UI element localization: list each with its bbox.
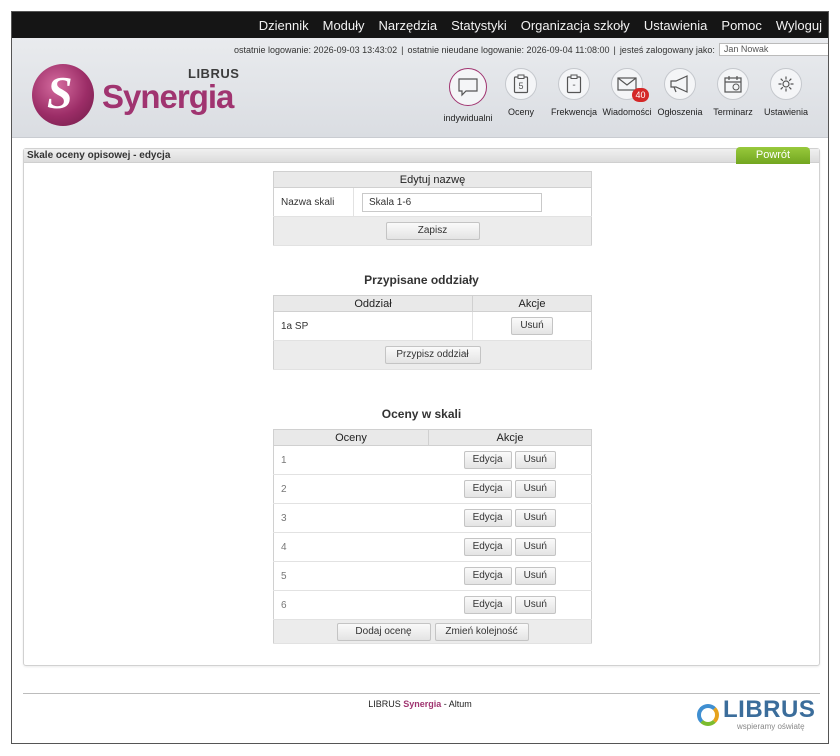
icon-oceny[interactable]: 5 Oceny [495, 68, 547, 123]
quick-icons: indywidualni 5 Oceny - Frekwencja 40 Wia… [442, 68, 813, 123]
remove-grade-button[interactable]: Usuń [514, 538, 556, 556]
menu-moduly[interactable]: Moduły [323, 18, 365, 33]
edit-grade-button[interactable]: Edycja [463, 451, 512, 469]
icon-indywidualni[interactable]: indywidualni [442, 68, 494, 123]
remove-grade-button[interactable]: Usuń [514, 509, 556, 527]
icon-ogloszenia[interactable]: Ogłoszenia [654, 68, 706, 123]
last-failed-login-text: ostatnie nieudane logowanie: 2026-09-04 … [407, 44, 610, 55]
chat-bubble-icon [449, 68, 487, 106]
scale-name-label: Nazwa skali [273, 187, 354, 217]
menu-dziennik[interactable]: Dziennik [259, 18, 309, 33]
remove-grade-button[interactable]: Usuń [514, 567, 556, 585]
column-oceny: Oceny [273, 429, 429, 446]
header: S LIBRUS Synergia ostatnie logowanie: 20… [12, 38, 828, 138]
assigned-classes-table: Oddział Akcje 1a SP Usuń Przypisz oddzia… [273, 295, 592, 370]
menu-pomoc[interactable]: Pomoc [721, 18, 761, 33]
edit-grade-button[interactable]: Edycja [463, 480, 512, 498]
attendance-clipboard-icon: - [558, 68, 590, 100]
logged-as-label: jesteś zalogowany jako: [619, 44, 715, 55]
grade-value: 4 [273, 532, 429, 562]
edit-name-header: Edytuj nazwę [273, 171, 592, 188]
grade-value: 3 [273, 503, 429, 533]
top-menu: Dziennik Moduły Narzędzia Statystyki Org… [12, 12, 828, 38]
menu-ustawienia[interactable]: Ustawienia [644, 18, 708, 33]
login-info: ostatnie logowanie: 2026-09-03 13:43:02 … [234, 43, 828, 56]
grade-value: 5 [273, 561, 429, 591]
table-row: 1a SP Usuń [273, 311, 592, 341]
column-akcje: Akcje [472, 295, 592, 312]
remove-grade-button[interactable]: Usuń [514, 596, 556, 614]
grades-table: Oceny Akcje 1 Edycja Usuń 2 Edycja Usuń 3 … [273, 429, 592, 644]
logo-synergia-text[interactable]: Synergia [102, 78, 234, 116]
assign-class-button[interactable]: Przypisz oddział [384, 346, 481, 364]
menu-statystyki[interactable]: Statystyki [451, 18, 507, 33]
icon-wiadomosci[interactable]: 40 Wiadomości [601, 68, 653, 123]
table-row: 5 Edycja Usuń [273, 561, 592, 591]
remove-class-button[interactable]: Usuń [511, 317, 553, 335]
edit-grade-button[interactable]: Edycja [463, 596, 512, 614]
assigned-classes-title: Przypisane oddziały [364, 273, 479, 287]
megaphone-icon [664, 68, 696, 100]
menu-narzedzia[interactable]: Narzędzia [379, 18, 438, 33]
table-row: 2 Edycja Usuń [273, 474, 592, 504]
grades-title: Oceny w skali [381, 407, 462, 421]
save-button[interactable]: Zapisz [385, 222, 480, 240]
card-header: Skale oceny opisowej - edycja Powrót [24, 147, 819, 164]
user-select-value: Jan Nowak [723, 44, 769, 54]
browser-frame: Dziennik Moduły Narzędzia Statystyki Org… [11, 11, 829, 744]
column-oddzial: Oddział [273, 295, 473, 312]
grade-clipboard-icon: 5 [505, 68, 537, 100]
user-select[interactable]: Jan Nowak ⌄ [718, 43, 828, 56]
grade-value: 1 [273, 445, 429, 475]
calendar-icon [717, 68, 749, 100]
edit-grade-button[interactable]: Edycja [463, 538, 512, 556]
edit-grade-button[interactable]: Edycja [463, 567, 512, 585]
footer-divider [23, 693, 820, 694]
table-row: 1 Edycja Usuń [273, 445, 592, 475]
menu-organizacja-szkoly[interactable]: Organizacja szkoły [521, 18, 630, 33]
svg-text:-: - [572, 80, 575, 91]
edit-grade-button[interactable]: Edycja [463, 509, 512, 527]
table-row: 3 Edycja Usuń [273, 503, 592, 533]
grade-value: 6 [273, 590, 429, 620]
table-row: 6 Edycja Usuń [273, 590, 592, 620]
table-row: 4 Edycja Usuń [273, 532, 592, 562]
icon-ustawienia[interactable]: Ustawienia [760, 68, 812, 123]
add-grade-button[interactable]: Dodaj ocenę [336, 622, 431, 641]
librus-ring-icon [697, 704, 719, 726]
gear-icon [770, 68, 802, 100]
svg-text:5: 5 [518, 81, 523, 91]
synergia-logo-icon[interactable]: S [32, 64, 94, 126]
class-name: 1a SP [273, 311, 473, 341]
scale-name-input[interactable]: Skala 1-6 [362, 192, 542, 212]
icon-frekwencja[interactable]: - Frekwencja [548, 68, 600, 123]
remove-grade-button[interactable]: Usuń [514, 480, 556, 498]
footer-product: Synergia [403, 699, 442, 709]
grade-value: 2 [273, 474, 429, 504]
remove-grade-button[interactable]: Usuń [514, 451, 556, 469]
icon-terminarz[interactable]: Terminarz [707, 68, 759, 123]
content-card: Skale oceny opisowej - edycja Powrót Edy… [23, 147, 820, 666]
page-title: Skale oceny opisowej - edycja [27, 150, 171, 161]
last-login-text: ostatnie logowanie: 2026-09-03 13:43:02 [234, 44, 398, 55]
reorder-grades-button[interactable]: Zmień kolejność [434, 622, 529, 641]
menu-wyloguj[interactable]: Wyloguj [776, 18, 822, 33]
back-button[interactable]: Powrót [736, 147, 810, 164]
librus-logo[interactable]: LIBRUS wspieramy oświatę [697, 696, 819, 732]
edit-name-table: Edytuj nazwę Nazwa skali Skala 1-6 Zapis… [273, 171, 592, 246]
column-akcje: Akcje [428, 429, 592, 446]
messages-count-badge: 40 [632, 88, 649, 102]
